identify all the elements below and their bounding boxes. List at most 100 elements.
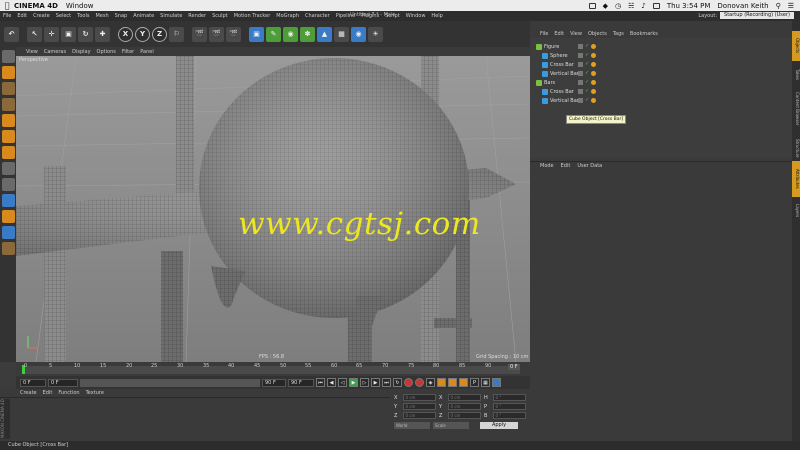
key-pla-icon[interactable]: ▦ bbox=[481, 378, 490, 387]
apple-icon[interactable]:  bbox=[0, 1, 14, 10]
key-rotation-icon[interactable] bbox=[459, 378, 468, 387]
layer-icon[interactable] bbox=[578, 53, 583, 58]
menu-tools[interactable]: Tools bbox=[74, 13, 92, 19]
next-key-icon[interactable]: ▶ bbox=[371, 378, 380, 387]
loop-icon[interactable]: ↻ bbox=[393, 378, 402, 387]
battery-icon[interactable] bbox=[652, 2, 660, 9]
enabled-check-icon[interactable]: ✓ bbox=[585, 44, 589, 49]
tag-icon[interactable] bbox=[591, 89, 597, 94]
undo-icon[interactable]: ↶ bbox=[4, 26, 19, 42]
edges-mode-icon[interactable] bbox=[1, 130, 15, 143]
start-frame-field[interactable]: 0 F bbox=[48, 378, 78, 387]
menu-help[interactable]: Help bbox=[428, 13, 445, 19]
snapping-icon[interactable] bbox=[1, 210, 15, 223]
menu-render[interactable]: Render bbox=[185, 13, 209, 19]
tag-icon[interactable] bbox=[591, 44, 597, 49]
z-axis-button[interactable]: Z bbox=[152, 26, 167, 42]
layer-icon[interactable] bbox=[578, 44, 583, 49]
enabled-check-icon[interactable]: ✓ bbox=[585, 71, 589, 76]
menu-file[interactable]: File bbox=[0, 13, 14, 19]
go-to-end-icon[interactable]: ⏭ bbox=[382, 378, 391, 387]
rot-h-field[interactable]: 0 ° bbox=[492, 394, 526, 401]
vp-menu-cameras[interactable]: Cameras bbox=[44, 49, 66, 55]
enabled-check-icon[interactable]: ✓ bbox=[585, 62, 589, 67]
om-menu-view[interactable]: View bbox=[570, 31, 582, 37]
tag-icon[interactable] bbox=[591, 71, 597, 76]
spotlight-icon[interactable]: ⚲ bbox=[776, 2, 781, 10]
range-end-field[interactable]: 90 F bbox=[262, 378, 286, 387]
volume-icon[interactable]: ♪ bbox=[641, 2, 645, 10]
pos-y-field[interactable]: 0 cm bbox=[402, 403, 436, 410]
apply-button[interactable]: Apply bbox=[480, 422, 518, 429]
keyframe-selection-icon[interactable]: ◈ bbox=[426, 378, 435, 387]
menu-character[interactable]: Character bbox=[302, 13, 333, 19]
menu-mesh[interactable]: Mesh bbox=[92, 13, 111, 19]
pos-x-field[interactable]: 0 cm bbox=[402, 394, 436, 401]
coord-scale-dropdown[interactable]: Scale bbox=[433, 422, 469, 429]
layout-selector[interactable]: Layout: Startup (Recording) (User) bbox=[698, 12, 794, 19]
render-picture-viewer-icon[interactable]: 🎬 bbox=[209, 26, 224, 42]
tab-objects[interactable]: Objects bbox=[792, 31, 800, 61]
prev-key-icon[interactable]: ◀ bbox=[327, 378, 336, 387]
om-menu-file[interactable]: File bbox=[540, 31, 548, 37]
make-editable-icon[interactable] bbox=[1, 50, 15, 63]
polygons-mode-icon[interactable] bbox=[1, 146, 15, 159]
time-machine-icon[interactable]: ◷ bbox=[615, 2, 621, 10]
deformer-icon[interactable]: ▲ bbox=[317, 26, 332, 42]
mac-menu-window[interactable]: Window bbox=[66, 2, 94, 10]
key-parameter-icon[interactable]: P bbox=[470, 378, 479, 387]
layer-icon[interactable] bbox=[578, 71, 583, 76]
workplane-lock-icon[interactable] bbox=[1, 226, 15, 239]
enabled-check-icon[interactable]: ✓ bbox=[585, 89, 589, 94]
prev-frame-icon[interactable]: ◁ bbox=[338, 378, 347, 387]
y-axis-button[interactable]: Y bbox=[135, 26, 150, 42]
attr-menu-user-data[interactable]: User Data bbox=[577, 163, 602, 169]
menu-simulate[interactable]: Simulate bbox=[157, 13, 185, 19]
next-frame-icon[interactable]: ▷ bbox=[360, 378, 369, 387]
key-position-icon[interactable] bbox=[437, 378, 446, 387]
play-icon[interactable]: ▶ bbox=[349, 378, 358, 387]
vp-menu-panel[interactable]: Panel bbox=[140, 49, 154, 55]
vp-menu-view[interactable]: View bbox=[26, 49, 38, 55]
object-row[interactable]: Cross Bar ✓ bbox=[530, 87, 792, 96]
3d-viewport[interactable]: Perspective FPS : 56.8 Grid Spacing : 10… bbox=[16, 56, 530, 362]
key-scale-icon[interactable] bbox=[448, 378, 457, 387]
layer-icon[interactable] bbox=[578, 89, 583, 94]
tag-icon[interactable] bbox=[591, 98, 597, 103]
live-selection-icon[interactable]: ↖ bbox=[27, 26, 42, 42]
tweak-mode-icon[interactable] bbox=[1, 178, 15, 191]
tab-content-browser[interactable]: Content Browser bbox=[792, 87, 800, 131]
enabled-check-icon[interactable]: ✓ bbox=[585, 53, 589, 58]
locked-workplane-icon[interactable] bbox=[1, 242, 15, 255]
menu-create[interactable]: Create bbox=[30, 13, 53, 19]
record-active-icon[interactable] bbox=[404, 378, 413, 387]
menu-window[interactable]: Window bbox=[403, 13, 429, 19]
x-axis-button[interactable]: X bbox=[118, 26, 133, 42]
rotate-icon[interactable]: ↻ bbox=[78, 26, 93, 42]
scale-icon[interactable]: ▣ bbox=[61, 26, 76, 42]
layer-icon[interactable] bbox=[578, 80, 583, 85]
object-row[interactable]: Cross Bar ✓ bbox=[530, 60, 792, 69]
object-row[interactable]: Bars ✓ bbox=[530, 78, 792, 87]
range-slider[interactable] bbox=[80, 378, 260, 387]
render-settings-icon[interactable]: 🎬 bbox=[226, 26, 241, 42]
layout-dropdown[interactable]: Startup (Recording) (User) bbox=[720, 12, 794, 19]
cloner-icon[interactable]: ✽ bbox=[300, 26, 315, 42]
subdivision-surface-icon[interactable]: ◉ bbox=[283, 26, 298, 42]
timeline-window-icon[interactable] bbox=[492, 378, 501, 387]
mac-clock[interactable]: Thu 3:54 PM bbox=[667, 2, 711, 10]
mat-menu-texture[interactable]: Texture bbox=[86, 390, 104, 396]
object-row[interactable]: Figure ✓ bbox=[530, 42, 792, 51]
tab-attributes[interactable]: Attributes bbox=[792, 161, 800, 197]
attr-menu-edit[interactable]: Edit bbox=[561, 163, 571, 169]
size-y-field[interactable]: 0 cm bbox=[447, 403, 481, 410]
enabled-check-icon[interactable]: ✓ bbox=[585, 80, 589, 85]
size-x-field[interactable]: 0 cm bbox=[447, 394, 481, 401]
menu-edit[interactable]: Edit bbox=[14, 13, 30, 19]
om-menu-bookmarks[interactable]: Bookmarks bbox=[630, 31, 658, 37]
om-menu-objects[interactable]: Objects bbox=[588, 31, 607, 37]
mac-user[interactable]: Donovan Keith bbox=[717, 2, 768, 10]
mat-menu-function[interactable]: Function bbox=[58, 390, 79, 396]
end-frame-field[interactable]: 90 F bbox=[288, 378, 314, 387]
workplane-icon[interactable] bbox=[1, 98, 15, 111]
